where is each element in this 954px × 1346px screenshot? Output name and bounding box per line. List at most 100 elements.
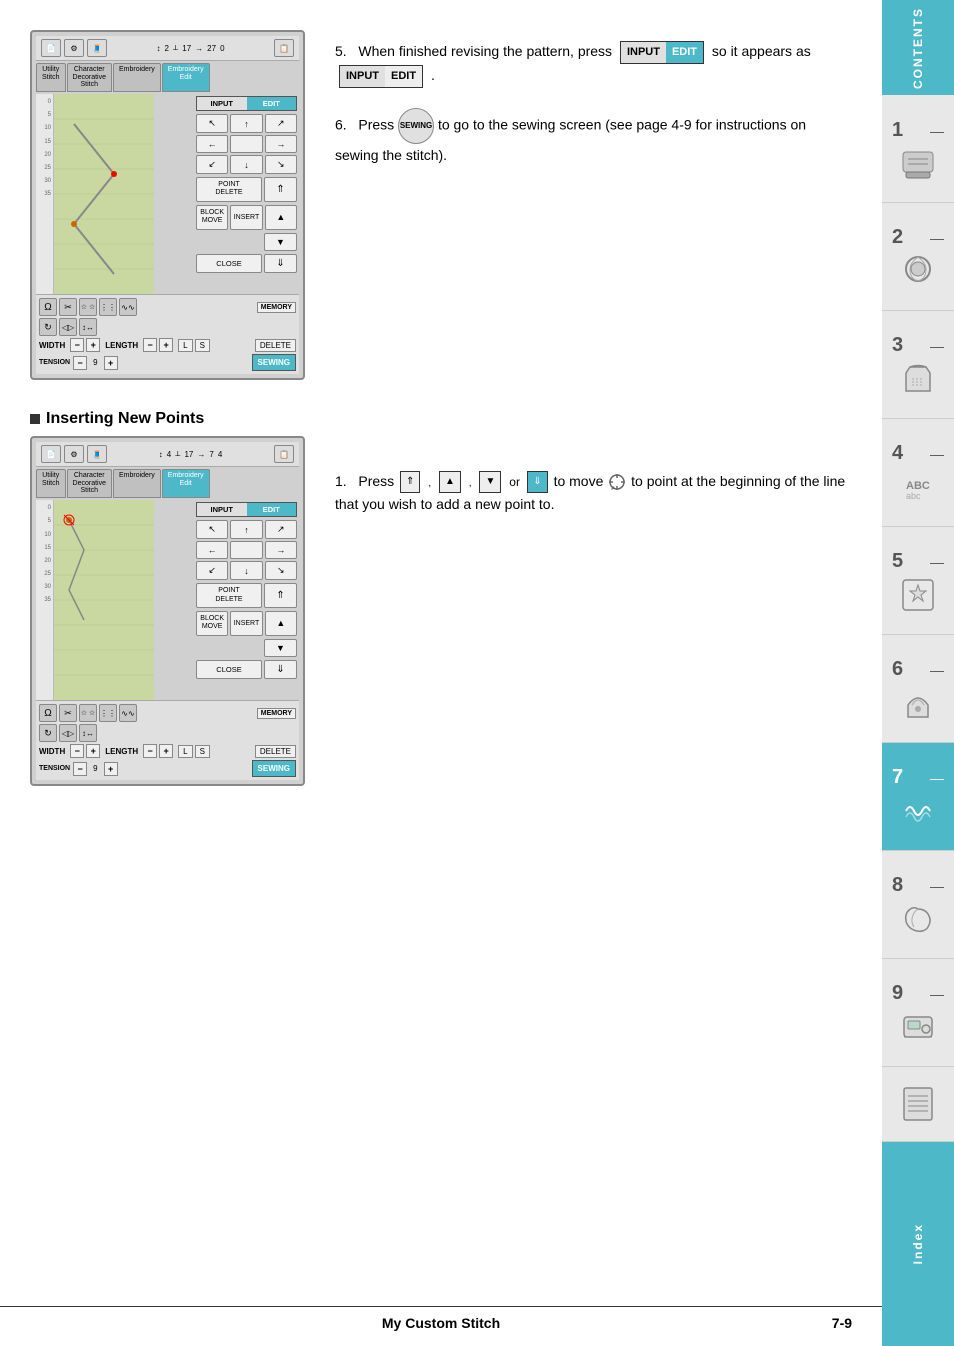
delete-btn[interactable]: DELETE xyxy=(255,339,296,352)
down-btn[interactable]: ▼ xyxy=(264,233,297,251)
width-plus2[interactable]: + xyxy=(86,744,100,758)
up-top-btn[interactable]: ⇑ xyxy=(264,177,297,202)
arrow2-right[interactable]: → xyxy=(265,541,297,559)
icon-pattern[interactable]: ☆ ☆ xyxy=(79,298,97,316)
down-bot-btn2[interactable]: ⇓ xyxy=(264,660,297,679)
tab-embroidery[interactable]: Embroidery xyxy=(113,63,161,92)
edit-label2[interactable]: EDIT xyxy=(247,503,297,516)
sidebar-tab-contents[interactable]: CONTENTS xyxy=(882,0,954,95)
tab2-embroidery[interactable]: Embroidery xyxy=(113,469,161,498)
length-plus2[interactable]: + xyxy=(159,744,173,758)
arrow2-left[interactable]: ← xyxy=(196,541,228,559)
insert-btn2[interactable]: INSERT xyxy=(230,611,262,636)
icon-mirror[interactable]: ◁▷ xyxy=(59,318,77,336)
tab2-character[interactable]: CharacterDecorativeStitch xyxy=(67,469,112,498)
sidebar-tab-7[interactable]: 7 — xyxy=(882,743,954,851)
icon-stitch2[interactable]: ⋮⋮ xyxy=(99,704,117,722)
sidebar-tab-5[interactable]: 5 — xyxy=(882,527,954,635)
icon-scissors2[interactable]: ✂ xyxy=(59,704,77,722)
arrow-down[interactable]: ↓ xyxy=(230,155,262,174)
arrow-upleft[interactable]: ↖ xyxy=(196,114,228,133)
arrow2-down[interactable]: ↓ xyxy=(230,561,262,580)
sidebar-tab-index[interactable]: Index xyxy=(882,1142,954,1346)
arrow-right[interactable]: → xyxy=(265,135,297,153)
width-plus[interactable]: + xyxy=(86,338,100,352)
up-btn2[interactable]: ▲ xyxy=(265,611,297,636)
input-label2[interactable]: INPUT xyxy=(197,503,247,516)
icon-scale2[interactable]: ↕↔ xyxy=(79,724,97,742)
arrow2-upleft[interactable]: ↖ xyxy=(196,520,228,539)
icon-scale[interactable]: ↕↔ xyxy=(79,318,97,336)
l-btn2[interactable]: L xyxy=(178,745,192,758)
up-btn[interactable]: ▲ xyxy=(265,205,297,230)
sidebar-tab-9[interactable]: 9 — xyxy=(882,959,954,1067)
sewing-btn[interactable]: SEWING xyxy=(252,354,296,371)
tab-utility[interactable]: UtilityStitch xyxy=(36,63,66,92)
icon-wave[interactable]: ∿∿ xyxy=(119,298,137,316)
input-label[interactable]: INPUT xyxy=(197,97,247,110)
icon-rotate2[interactable]: ↻ xyxy=(39,724,57,742)
insert-btn[interactable]: INSERT xyxy=(230,205,262,230)
nav-btn-down[interactable]: ▼ xyxy=(479,471,501,493)
icon-pattern2[interactable]: ☆ ☆ xyxy=(79,704,97,722)
s-btn2[interactable]: S xyxy=(195,745,210,758)
edit-btn-1[interactable]: EDIT xyxy=(666,42,703,64)
icon-wave2[interactable]: ∿∿ xyxy=(119,704,137,722)
tension-plus2[interactable]: + xyxy=(104,762,118,776)
close-btn2[interactable]: CLOSE xyxy=(196,660,262,679)
close-btn[interactable]: CLOSE xyxy=(196,254,262,273)
icon-scissors[interactable]: ✂ xyxy=(59,298,77,316)
sewing-circle-btn[interactable]: SEWING xyxy=(398,108,434,144)
tab-character[interactable]: CharacterDecorativeStitch xyxy=(67,63,112,92)
icon-omega2[interactable]: Ω xyxy=(39,704,57,722)
block-move-btn2[interactable]: BLOCKMOVE xyxy=(196,611,228,636)
length-minus[interactable]: − xyxy=(143,338,157,352)
tab2-embroidery-edit[interactable]: EmbroideryEdit xyxy=(162,469,210,498)
length-plus[interactable]: + xyxy=(159,338,173,352)
arrow-upright[interactable]: ↗ xyxy=(265,114,297,133)
down-btn2[interactable]: ▼ xyxy=(264,639,297,657)
input-btn-1[interactable]: INPUT xyxy=(621,42,666,64)
arrow2-up[interactable]: ↑ xyxy=(230,520,262,539)
l-btn[interactable]: L xyxy=(178,339,192,352)
sewing-btn2[interactable]: SEWING xyxy=(252,760,296,777)
width-minus[interactable]: − xyxy=(70,338,84,352)
tension-minus[interactable]: − xyxy=(73,356,87,370)
sidebar-tab-1[interactable]: 1 — xyxy=(882,95,954,203)
arrow-downleft[interactable]: ↙ xyxy=(196,155,228,174)
arrow-up[interactable]: ↑ xyxy=(230,114,262,133)
block-move-btn[interactable]: BLOCKMOVE xyxy=(196,205,228,230)
nav-btn-bot[interactable]: ⇓ xyxy=(527,471,547,493)
length-minus2[interactable]: − xyxy=(143,744,157,758)
tab-embroidery-edit[interactable]: EmbroideryEdit xyxy=(162,63,210,92)
point-delete-btn2[interactable]: POINTDELETE xyxy=(196,583,262,608)
up-top-btn2[interactable]: ⇑ xyxy=(264,583,297,608)
point-delete-btn[interactable]: POINTDELETE xyxy=(196,177,262,202)
arrow2-upright[interactable]: ↗ xyxy=(265,520,297,539)
edit-label[interactable]: EDIT xyxy=(247,97,297,110)
sidebar-tab-2[interactable]: 2 — xyxy=(882,203,954,311)
down-bot-btn[interactable]: ⇓ xyxy=(264,254,297,273)
nav-btn-up[interactable]: ▲ xyxy=(439,471,461,493)
icon-rotate[interactable]: ↻ xyxy=(39,318,57,336)
memory-btn2[interactable]: MEMORY xyxy=(257,708,296,719)
sidebar-tab-3[interactable]: 3 — xyxy=(882,311,954,419)
s-btn[interactable]: S xyxy=(195,339,210,352)
arrow2-downright[interactable]: ↘ xyxy=(265,561,297,580)
width-minus2[interactable]: − xyxy=(70,744,84,758)
sidebar-tab-4[interactable]: 4 — ABC abc xyxy=(882,419,954,527)
sidebar-tab-8[interactable]: 8 — xyxy=(882,851,954,959)
arrow-left[interactable]: ← xyxy=(196,135,228,153)
tension-minus2[interactable]: − xyxy=(73,762,87,776)
nav-btn-top-top[interactable]: ⇑ xyxy=(400,471,420,493)
icon-omega[interactable]: Ω xyxy=(39,298,57,316)
input-edit-button-1[interactable]: INPUT EDIT xyxy=(620,41,704,65)
arrow-downright[interactable]: ↘ xyxy=(265,155,297,174)
tension-plus[interactable]: + xyxy=(104,356,118,370)
memory-btn[interactable]: MEMORY xyxy=(257,302,296,313)
sidebar-tab-notes[interactable] xyxy=(882,1067,954,1142)
delete-btn2[interactable]: DELETE xyxy=(255,745,296,758)
tab2-utility[interactable]: UtilityStitch xyxy=(36,469,66,498)
icon-stitch[interactable]: ⋮⋮ xyxy=(99,298,117,316)
arrow2-downleft[interactable]: ↙ xyxy=(196,561,228,580)
